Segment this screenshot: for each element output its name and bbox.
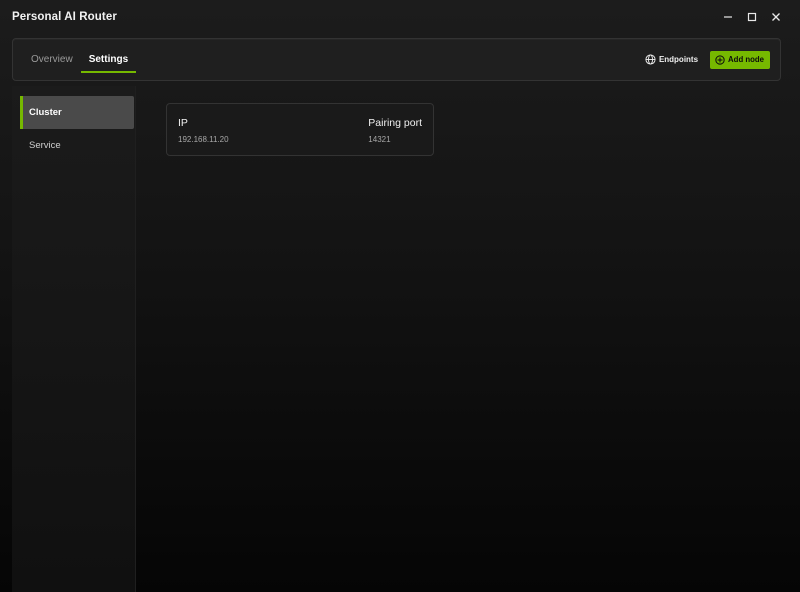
endpoints-label: Endpoints	[658, 55, 699, 64]
pairing-port-label: Pairing port	[368, 117, 422, 129]
ip-field: IP 192.168.11.20	[178, 117, 229, 155]
sidebar-item-cluster[interactable]: Cluster	[20, 96, 134, 129]
sidebar-item-service[interactable]: Service	[20, 129, 134, 162]
minimize-icon	[724, 16, 732, 18]
plus-circle-icon	[715, 54, 725, 65]
app-title: Personal AI Router	[12, 11, 117, 23]
top-nav-bar: Overview Settings Endpoints Add node	[12, 38, 781, 81]
nav-actions: Endpoints Add node	[645, 50, 770, 69]
tab-list: Overview Settings	[23, 39, 137, 80]
add-node-label: Add node	[728, 55, 764, 64]
close-button[interactable]	[770, 11, 782, 23]
tab-overview[interactable]: Overview	[23, 39, 81, 80]
pairing-port-value: 14321	[368, 135, 391, 144]
maximize-button[interactable]	[746, 11, 758, 23]
pairing-port-field: Pairing port 14321	[368, 117, 422, 155]
minimize-button[interactable]	[722, 11, 734, 23]
ip-label: IP	[178, 117, 188, 129]
add-node-button[interactable]: Add node	[710, 50, 770, 69]
window-controls	[722, 11, 782, 23]
globe-icon	[645, 54, 656, 65]
cluster-info-card: IP 192.168.11.20 Pairing port 14321	[166, 103, 434, 156]
maximize-icon	[747, 12, 757, 22]
close-icon	[772, 13, 780, 21]
title-bar: Personal AI Router	[0, 0, 800, 34]
settings-sidebar: Cluster Service	[12, 86, 136, 592]
app-window: Personal AI Router Overview Settings End…	[0, 0, 800, 592]
ip-value: 192.168.11.20	[178, 135, 229, 144]
endpoints-button[interactable]: Endpoints	[645, 54, 698, 65]
tab-settings[interactable]: Settings	[80, 39, 137, 80]
